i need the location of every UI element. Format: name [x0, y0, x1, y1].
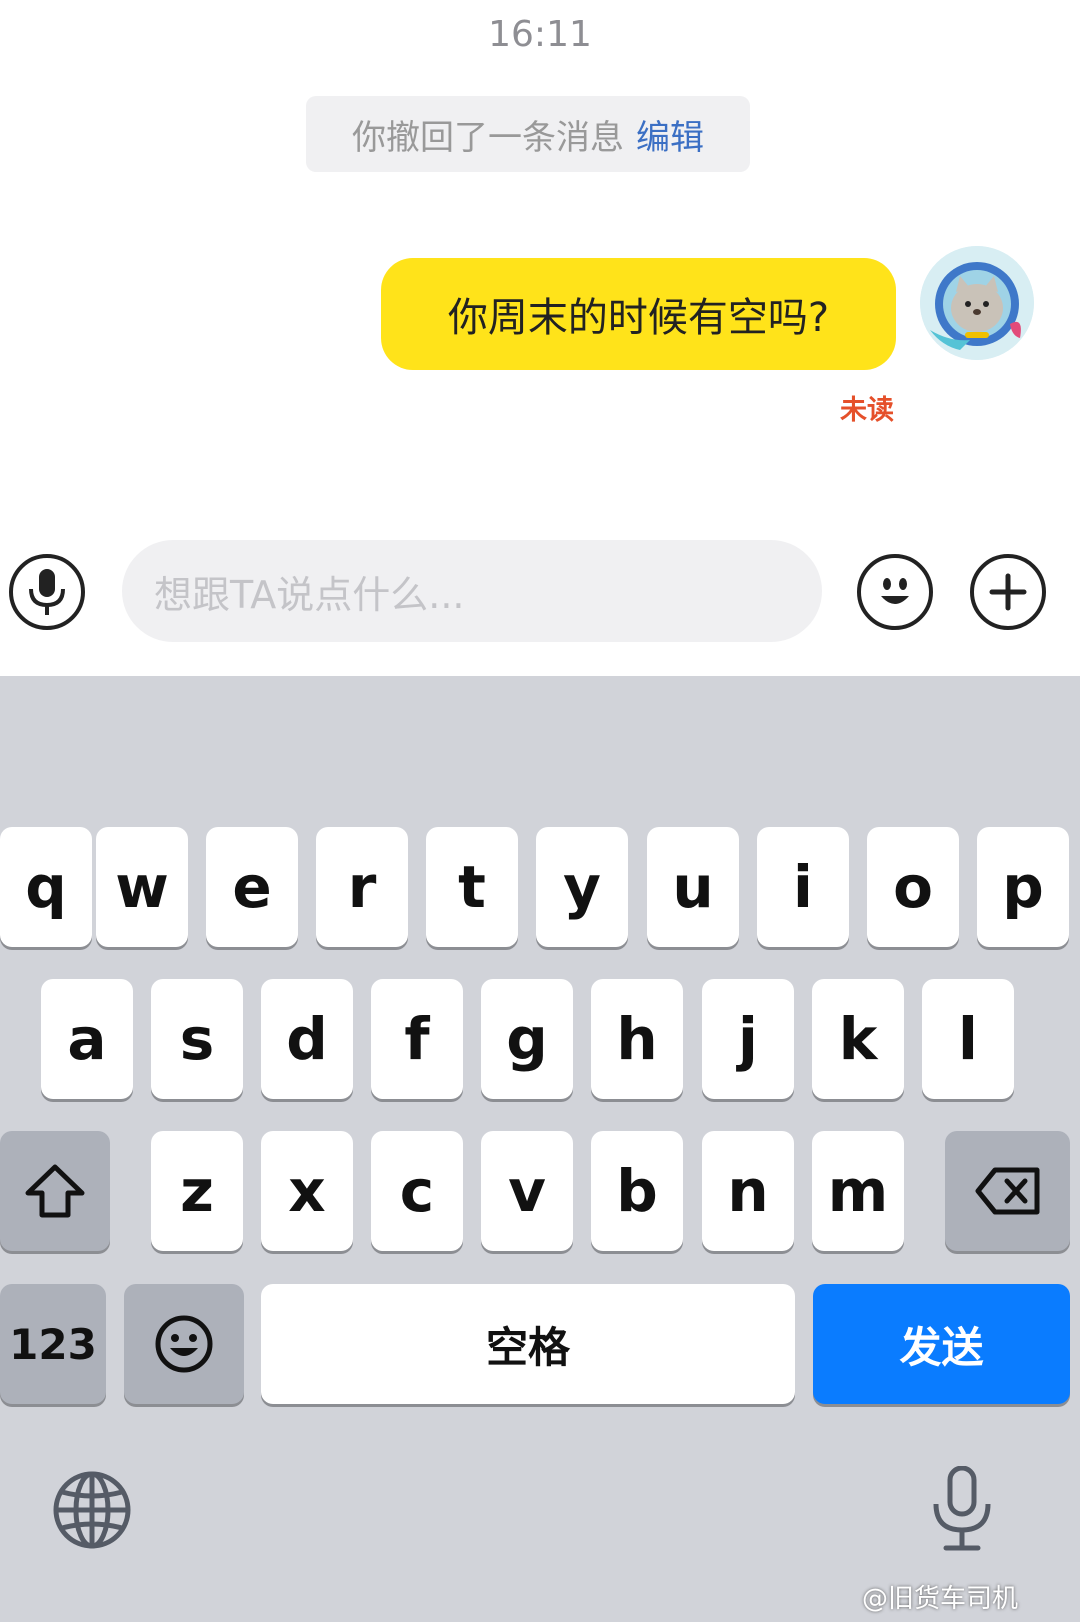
voice-input-button[interactable]	[9, 554, 85, 630]
key-w[interactable]: w	[96, 827, 188, 947]
key-d[interactable]: d	[261, 979, 353, 1099]
backspace-icon	[975, 1167, 1039, 1215]
recall-edit-link[interactable]: 编辑	[636, 110, 704, 159]
delete-key[interactable]	[945, 1131, 1070, 1251]
microphone-icon	[933, 1465, 991, 1551]
emoji-key[interactable]	[124, 1284, 244, 1404]
emoji-button[interactable]	[857, 554, 933, 630]
key-u[interactable]: u	[647, 827, 739, 947]
shift-key[interactable]	[0, 1131, 110, 1251]
key-p[interactable]: p	[977, 827, 1069, 947]
key-h[interactable]: h	[591, 979, 683, 1099]
avatar[interactable]	[920, 246, 1034, 360]
message-composer: 想跟TA说点什么...	[0, 536, 1080, 648]
key-g[interactable]: g	[481, 979, 573, 1099]
key-z[interactable]: z	[151, 1131, 243, 1251]
numbers-key[interactable]: 123	[0, 1284, 106, 1404]
key-i[interactable]: i	[757, 827, 849, 947]
message-bubble[interactable]: 你周末的时候有空吗?	[381, 258, 896, 370]
key-y[interactable]: y	[536, 827, 628, 947]
smile-icon	[881, 578, 909, 604]
space-key[interactable]: 空格	[261, 1284, 795, 1404]
key-x[interactable]: x	[261, 1131, 353, 1251]
recall-text: 你撤回了一条消息	[352, 117, 624, 158]
globe-button[interactable]	[52, 1470, 132, 1550]
key-s[interactable]: s	[151, 979, 243, 1099]
key-k[interactable]: k	[812, 979, 904, 1099]
globe-icon	[53, 1471, 131, 1549]
key-b[interactable]: b	[591, 1131, 683, 1251]
cat-astronaut-avatar-icon	[920, 246, 1034, 360]
key-o[interactable]: o	[867, 827, 959, 947]
keyboard: q w e r t y u i o p a s d f g h j k l z …	[0, 676, 1080, 1622]
key-c[interactable]: c	[371, 1131, 463, 1251]
microphone-icon	[29, 569, 65, 615]
key-v[interactable]: v	[481, 1131, 573, 1251]
dictation-button[interactable]	[930, 1465, 994, 1552]
key-n[interactable]: n	[702, 1131, 794, 1251]
key-j[interactable]: j	[702, 979, 794, 1099]
key-l[interactable]: l	[922, 979, 1014, 1099]
key-r[interactable]: r	[316, 827, 408, 947]
key-m[interactable]: m	[812, 1131, 904, 1251]
key-f[interactable]: f	[371, 979, 463, 1099]
message-text: 你周末的时候有空吗?	[447, 295, 830, 341]
plus-icon	[989, 573, 1027, 611]
read-status-badge: 未读	[840, 395, 894, 426]
send-key[interactable]: 发送	[813, 1284, 1070, 1404]
emoji-icon	[155, 1315, 213, 1373]
more-options-button[interactable]	[970, 554, 1046, 630]
key-q[interactable]: q	[0, 827, 92, 947]
key-e[interactable]: e	[206, 827, 298, 947]
message-input-placeholder: 想跟TA说点什么...	[154, 572, 465, 617]
message-input[interactable]: 想跟TA说点什么...	[122, 540, 822, 642]
recall-notice: 你撤回了一条消息 编辑	[306, 96, 750, 172]
key-a[interactable]: a	[41, 979, 133, 1099]
key-t[interactable]: t	[426, 827, 518, 947]
message-timestamp: 16:11	[488, 14, 592, 55]
watermark: @旧货车司机	[862, 1584, 1019, 1614]
shift-icon	[25, 1164, 85, 1218]
